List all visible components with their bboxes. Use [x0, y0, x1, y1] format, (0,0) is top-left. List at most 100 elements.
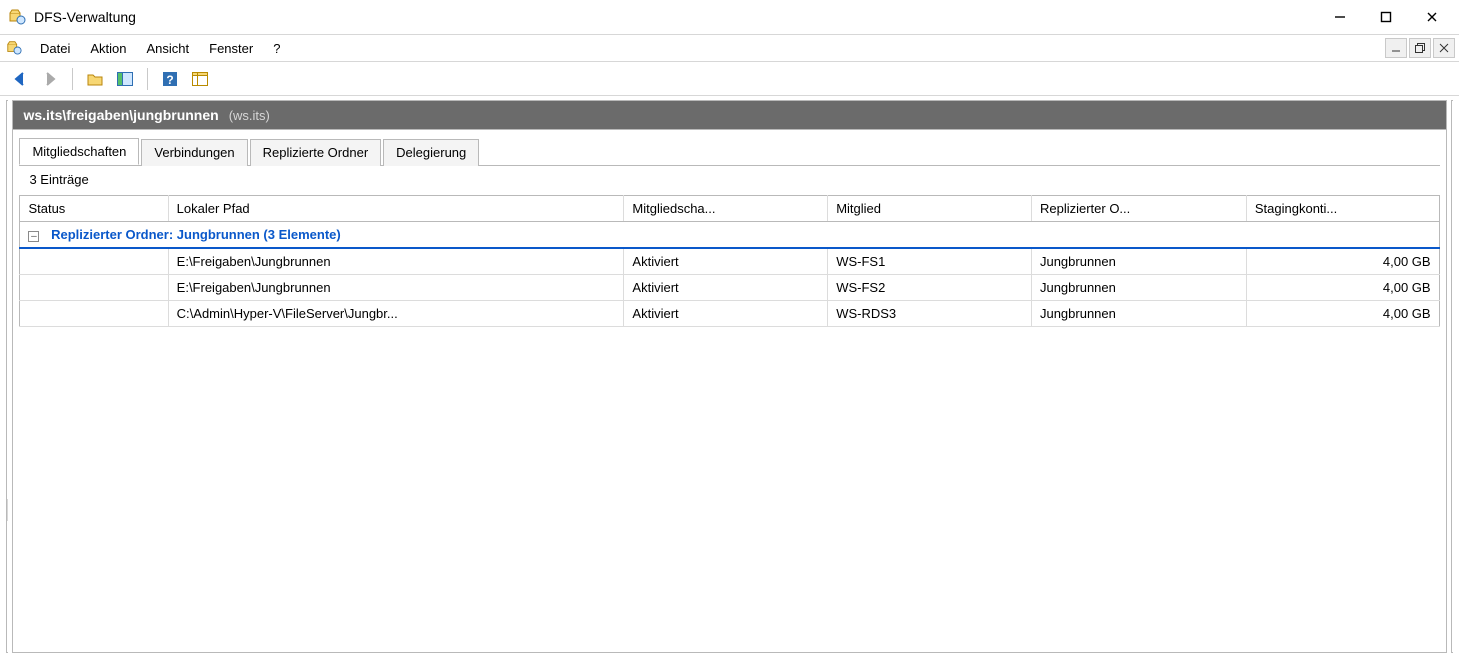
tree-replication-group[interactable]: ws.its\freigaben\software [7, 565, 8, 587]
tree-namespaces[interactable]: ⌄ Namespaces [7, 125, 8, 147]
table-row[interactable]: C:\Admin\Hyper-V\FileServer\Jungbr...Akt… [20, 301, 1439, 327]
actions-section-title[interactable]: ws.its\freigaben\jungbrunnen ▴ [1452, 125, 1453, 150]
col-staging[interactable]: Stagingkonti... [1246, 196, 1439, 222]
cell-membership: Aktiviert [624, 248, 828, 275]
action-item[interactable]: Replikationsgruppenzeitplan bear... [1452, 445, 1453, 485]
tab-mitgliedschaften[interactable]: Mitgliedschaften [19, 138, 139, 165]
window-close-button[interactable] [1409, 2, 1455, 32]
tab-delegierung[interactable]: Delegierung [383, 139, 479, 166]
nav-back-button[interactable] [8, 67, 32, 91]
mdi-restore-button[interactable] [1409, 38, 1431, 58]
group-title: Replizierter Ordner: Jungbrunnen (3 Elem… [51, 227, 341, 242]
actions-header: Aktionen [1452, 101, 1453, 125]
tree-root[interactable]: DFS-Verwaltung [7, 103, 8, 125]
menu-file[interactable]: Datei [30, 37, 80, 60]
tree-namespace-child[interactable]: AdminArea [7, 169, 8, 191]
action-item[interactable]: Topologie überprüfen... [1452, 365, 1453, 405]
window-maximize-button[interactable] [1363, 2, 1409, 32]
cell-replicated-folder: Jungbrunnen [1031, 301, 1246, 327]
tree-namespace-child[interactable]: Business [7, 235, 8, 257]
mdi-controls [1383, 38, 1455, 58]
tree-replication-group[interactable]: ws.its\freigaben\business [7, 477, 8, 499]
tree-replication-group[interactable]: ws.its\freigaben\adminarea [7, 433, 8, 455]
toolbar-folder-button[interactable] [83, 67, 107, 91]
cell-staging: 4,00 GB [1246, 248, 1439, 275]
action-item[interactable]: Neues Mitglied... [1452, 150, 1453, 190]
menu-view[interactable]: Ansicht [137, 37, 200, 60]
tree-namespace-child[interactable]: Bibliothek [7, 213, 8, 235]
mdi-close-button[interactable] [1433, 38, 1455, 58]
tree-replication-group[interactable]: ws.its\freigaben\privat [7, 521, 8, 543]
main-area: DFS-Verwaltung ⌄ Namespaces ⌄ \\ws.its\F… [0, 96, 1459, 657]
entries-count: 3 Einträge [19, 166, 1439, 195]
tree-namespace-intern[interactable]: › \\ws.its\intern [7, 389, 8, 411]
col-status[interactable]: Status [20, 196, 168, 222]
action-item[interactable]: Aktualisieren [1452, 646, 1453, 653]
col-membership[interactable]: Mitgliedscha... [624, 196, 828, 222]
tree-namespace-child[interactable]: ›Storage [7, 345, 8, 367]
menubar: Datei Aktion Ansicht Fenster ? [0, 34, 1459, 62]
table-row[interactable]: E:\Freigaben\JungbrunnenAktiviertWS-FS2J… [20, 275, 1439, 301]
cell-status [20, 248, 168, 275]
tab-verbindungen[interactable]: Verbindungen [141, 139, 247, 166]
col-replicated-folder[interactable]: Replizierter O... [1031, 196, 1246, 222]
action-item[interactable]: Neue Verbindung... [1452, 245, 1453, 285]
table-header-row: Status Lokaler Pfad Mitgliedscha... Mitg… [20, 196, 1439, 222]
tab-replizierte-ordner[interactable]: Replizierte Ordner [250, 139, 382, 166]
cell-local-path: E:\Freigaben\Jungbrunnen [168, 248, 624, 275]
action-item[interactable]: Diagnosebericht erstellen... [1452, 325, 1453, 365]
cell-member: WS-RDS3 [828, 301, 1032, 327]
toolbar-layout-button[interactable] [188, 67, 212, 91]
cell-local-path: C:\Admin\Hyper-V\FileServer\Jungbr... [168, 301, 624, 327]
cell-membership: Aktiviert [624, 301, 828, 327]
window-minimize-button[interactable] [1317, 2, 1363, 32]
cell-replicated-folder: Jungbrunnen [1031, 248, 1246, 275]
mdi-minimize-button[interactable] [1385, 38, 1407, 58]
window-title: DFS-Verwaltung [34, 9, 136, 25]
cell-membership: Aktiviert [624, 275, 828, 301]
tree-replication-group[interactable]: ws.its\intern\benutzerprofile [7, 609, 8, 631]
tree-namespace-child[interactable]: Programmierung [7, 301, 8, 323]
toolbar-pane-button[interactable] [113, 67, 137, 91]
nav-forward-button[interactable] [38, 67, 62, 91]
cell-replicated-folder: Jungbrunnen [1031, 275, 1246, 301]
app-icon-small [6, 39, 22, 58]
tree-replikation[interactable]: ⌄ Replikation [7, 411, 8, 433]
tree-namespace-child[interactable]: Software [7, 323, 8, 345]
action-item[interactable]: Neue Topologie... [1452, 285, 1453, 325]
table-row[interactable]: E:\Freigaben\JungbrunnenAktiviertWS-FS1J… [20, 248, 1439, 275]
membership-table: Status Lokaler Pfad Mitgliedscha... Mitg… [19, 195, 1439, 327]
center-title: ws.its\freigaben\jungbrunnen [23, 107, 218, 123]
action-item[interactable]: Neues Fenster hier öffnen [1452, 550, 1453, 620]
action-item[interactable]: Replikationsgruppe aus der Anzei... [1452, 485, 1453, 525]
tree-replication-group[interactable]: ws.its\freigaben\bibliothek [7, 455, 8, 477]
col-member[interactable]: Mitglied [828, 196, 1032, 222]
group-collapse-icon[interactable]: – [28, 231, 39, 242]
menu-help[interactable]: ? [263, 37, 290, 60]
tree-namespace-child[interactable]: Zwischenablage [7, 367, 8, 389]
tree-namespace-child[interactable]: ›Backup [7, 191, 8, 213]
menu-window[interactable]: Fenster [199, 37, 263, 60]
action-item[interactable]: Verwaltungsberechtigungen deleg... [1452, 405, 1453, 445]
tree-replication-group[interactable]: ws.its\intern\benutzerordner [7, 587, 8, 609]
tree-panel: DFS-Verwaltung ⌄ Namespaces ⌄ \\ws.its\F… [6, 100, 8, 653]
app-icon [8, 7, 26, 28]
tree-namespace-child[interactable]: Jungbrunnen [7, 257, 8, 279]
cell-staging: 4,00 GB [1246, 301, 1439, 327]
col-local-path[interactable]: Lokaler Pfad [168, 196, 624, 222]
action-item[interactable]: Ansicht▶ [1452, 525, 1453, 550]
action-item[interactable]: Neue replizierte Ordner... [1452, 190, 1453, 245]
tree-replication-group[interactable]: ws.its\freigaben\programmierung [7, 543, 8, 565]
tree-namespace-freigaben[interactable]: ⌄ \\ws.its\Freigaben [7, 147, 8, 169]
cell-member: WS-FS1 [828, 248, 1032, 275]
toolbar-help-button[interactable]: ? [158, 67, 182, 91]
tree-replication-group[interactable]: ws.its\freigaben\jungbrunnen [7, 499, 8, 521]
cell-status [20, 301, 168, 327]
group-row[interactable]: – Replizierter Ordner: Jungbrunnen (3 El… [20, 222, 1439, 249]
tab-strip: Mitgliedschaften Verbindungen Repliziert… [13, 130, 1445, 195]
action-item[interactable]: Löschen [1452, 620, 1453, 646]
cell-member: WS-FS2 [828, 275, 1032, 301]
menu-action[interactable]: Aktion [80, 37, 136, 60]
center-context: (ws.its) [229, 108, 270, 123]
tree-namespace-child[interactable]: Privat [7, 279, 8, 301]
